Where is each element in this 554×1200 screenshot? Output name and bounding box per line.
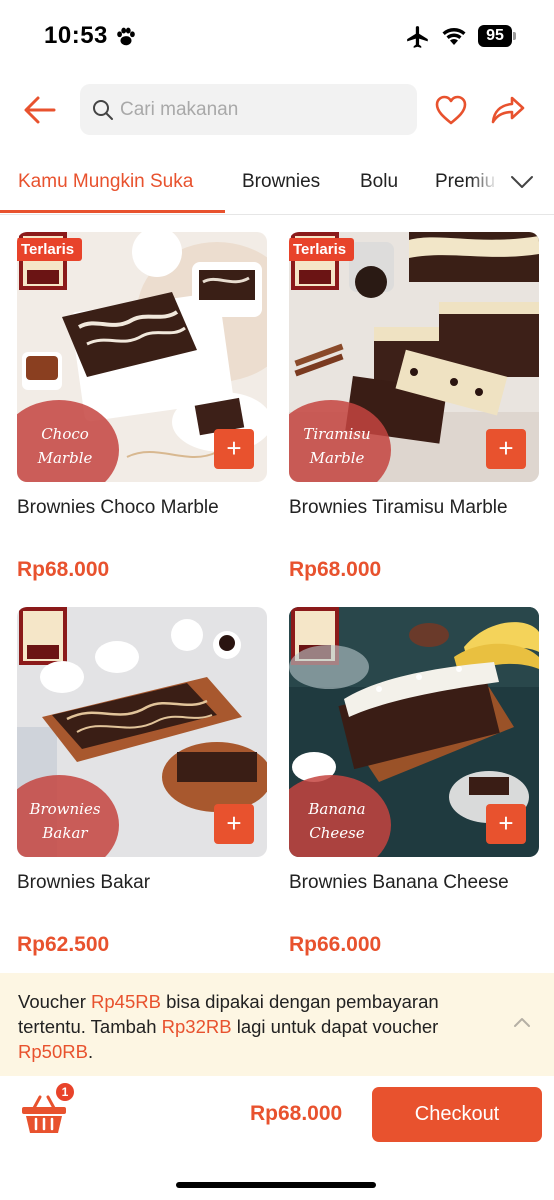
plus-icon: + xyxy=(498,808,514,838)
tab-fade xyxy=(470,160,498,210)
chevron-down-icon xyxy=(511,176,533,188)
header: Cari makanan xyxy=(0,80,554,140)
airplane-icon xyxy=(407,26,428,48)
checkout-bar: 1 Rp68.000 Checkout xyxy=(0,1076,554,1200)
add-to-cart-button[interactable]: + xyxy=(486,429,526,469)
voucher-banner[interactable]: Voucher Rp45RB bisa dipakai dengan pemba… xyxy=(0,973,554,1076)
tab-bolu[interactable]: Bolu xyxy=(360,171,398,193)
tab-brownies[interactable]: Brownies xyxy=(242,171,320,193)
voucher-amount-2: Rp32RB xyxy=(161,1016,232,1037)
flavor-line-2: Marble xyxy=(37,449,93,467)
heart-icon[interactable] xyxy=(434,94,468,126)
cart-total: Rp68.000 xyxy=(250,1102,343,1125)
voucher-amount-3: Rp50RB xyxy=(18,1041,88,1062)
more-tabs-button[interactable] xyxy=(498,160,554,210)
product-image: Brownies Bakar + xyxy=(17,607,267,857)
flavor-label: Banana Cheese xyxy=(297,797,377,845)
flavor-line-1: Choco xyxy=(41,425,89,443)
terlaris-badge: Terlaris xyxy=(17,238,83,261)
voucher-text-1: Voucher xyxy=(18,991,92,1012)
product-image: Terlaris Tiramisu Marble + xyxy=(289,232,539,482)
status-bar: 10:53 95 xyxy=(0,0,554,72)
back-arrow-icon[interactable] xyxy=(22,92,58,128)
plus-icon: + xyxy=(498,433,514,463)
terlaris-badge: Terlaris xyxy=(289,238,355,261)
search-input[interactable]: Cari makanan xyxy=(80,84,417,135)
product-name: Brownies Banana Cheese xyxy=(289,872,509,893)
flavor-label: Choco Marble xyxy=(25,422,105,470)
product-price: Rp66.000 xyxy=(289,933,382,956)
chevron-up-icon[interactable] xyxy=(512,1015,532,1029)
home-indicator[interactable] xyxy=(176,1182,376,1188)
voucher-text-3: lagi untuk dapat voucher xyxy=(231,1016,439,1037)
flavor-line-1: Banana xyxy=(308,800,366,818)
battery-icon: 95 xyxy=(478,25,518,47)
battery-tip xyxy=(513,32,516,40)
voucher-amount-1: Rp45RB xyxy=(91,991,161,1012)
status-time: 10:53 xyxy=(44,22,108,49)
active-tab-indicator xyxy=(0,210,225,213)
add-to-cart-button[interactable]: + xyxy=(214,429,254,469)
flavor-line-2: Cheese xyxy=(309,824,365,842)
tab-kamu-mungkin-suka[interactable]: Kamu Mungkin Suka xyxy=(18,171,193,193)
flavor-label: Brownies Bakar xyxy=(25,797,105,845)
add-to-cart-button[interactable]: + xyxy=(486,804,526,844)
product-price: Rp68.000 xyxy=(17,558,110,581)
add-to-cart-button[interactable]: + xyxy=(214,804,254,844)
flavor-line-2: Bakar xyxy=(42,824,88,842)
voucher-message: Voucher Rp45RB bisa dipakai dengan pemba… xyxy=(18,989,498,1064)
battery-level: 95 xyxy=(478,25,512,47)
product-name: Brownies Tiramisu Marble xyxy=(289,497,508,518)
voucher-text-4: . xyxy=(87,1041,94,1062)
wifi-icon xyxy=(442,28,466,45)
category-tabs: Kamu Mungkin Suka Brownies Bolu Premiu xyxy=(0,160,554,215)
product-name: Brownies Choco Marble xyxy=(17,497,219,518)
cart-count-badge: 1 xyxy=(56,1083,74,1101)
checkout-button[interactable]: Checkout xyxy=(372,1087,542,1142)
share-icon[interactable] xyxy=(490,94,526,126)
flavor-line-1: Brownies xyxy=(29,800,101,818)
product-image: Banana Cheese + xyxy=(289,607,539,857)
paw-icon xyxy=(117,27,135,46)
product-price: Rp68.000 xyxy=(289,558,382,581)
product-image: Terlaris Choco Marble + xyxy=(17,232,267,482)
flavor-label: Tiramisu Marble xyxy=(297,422,377,470)
plus-icon: + xyxy=(226,808,242,838)
product-name: Brownies Bakar xyxy=(17,872,151,893)
flavor-line-1: Tiramisu xyxy=(303,425,371,443)
product-price: Rp62.500 xyxy=(17,933,110,956)
plus-icon: + xyxy=(226,433,242,463)
search-icon xyxy=(93,100,113,120)
flavor-line-2: Marble xyxy=(309,449,365,467)
search-placeholder: Cari makanan xyxy=(120,99,239,120)
